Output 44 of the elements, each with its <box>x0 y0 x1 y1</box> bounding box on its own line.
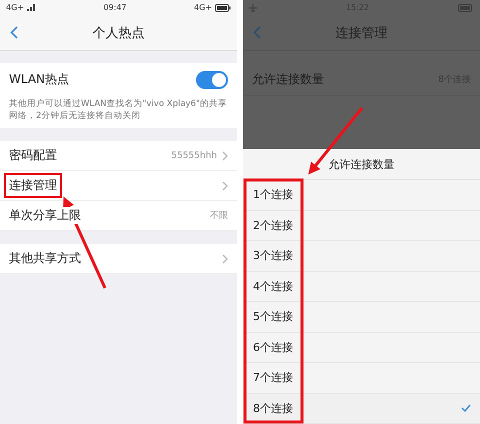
sheet-title: 允许连接数量 <box>328 156 394 172</box>
option-row[interactable]: 1个连接 <box>243 180 480 210</box>
description-text: 其他用户可以通过WLAN查找名为"vivo Xplay6"的共享网络，2分钟后无连接将自动关闭 <box>0 96 237 128</box>
option-label: 2个连接 <box>253 218 293 233</box>
setting-row[interactable]: 密码配置 55555hhh <box>0 141 237 171</box>
option-label: 7个连接 <box>253 370 293 386</box>
check-icon <box>461 404 471 412</box>
arrow <box>308 107 364 175</box>
screen-title: 连接管理 <box>336 24 388 42</box>
option-label: 5个连接 <box>253 309 293 324</box>
option-label: 8个连接 <box>253 400 293 416</box>
network-label: 4G+ <box>194 3 212 12</box>
back-icon[interactable] <box>10 26 18 39</box>
option-label: 3个连接 <box>253 248 293 264</box>
setting-row[interactable]: 其他共享方式 <box>0 244 237 274</box>
setting-value: 不限 <box>210 210 228 222</box>
setting-label: 允许连接数量 <box>252 70 324 88</box>
network-label: 4G+ <box>6 3 24 12</box>
setting-value: 55555hhh <box>171 150 217 160</box>
option-label: 1个连接 <box>253 187 293 202</box>
setting-label: WLAN热点 <box>9 71 70 88</box>
chevron-icon <box>222 150 228 160</box>
option-row[interactable]: 8个连接 <box>243 394 480 424</box>
setting-label: 连接管理 <box>4 173 62 198</box>
battery-icon <box>215 4 231 12</box>
setting-row[interactable]: 连接管理 <box>0 171 237 201</box>
setting-label: 单次分享上限 <box>9 207 81 224</box>
screen-title: 个人热点 <box>92 24 144 42</box>
option-label: 6个连接 <box>253 340 293 355</box>
chevron-icon <box>222 180 228 190</box>
option-label: 4个连接 <box>253 278 293 294</box>
battery-icon <box>458 4 474 12</box>
option-row[interactable]: 5个连接 <box>243 302 480 332</box>
status-time: 09:47 <box>103 3 127 12</box>
setting-label: 密码配置 <box>9 147 57 164</box>
signal-icon <box>27 4 36 11</box>
setting-label: 其他共享方式 <box>9 250 81 267</box>
option-row[interactable]: 3个连接 <box>243 241 480 272</box>
option-row[interactable]: 4个连接 <box>243 272 480 302</box>
option-row[interactable]: 2个连接 <box>243 210 480 241</box>
chevron-icon <box>222 254 228 264</box>
option-row[interactable]: 6个连接 <box>243 332 480 363</box>
setting-row[interactable]: 单次分享上限 不限 <box>0 201 237 231</box>
toggle-switch[interactable] <box>196 70 228 88</box>
